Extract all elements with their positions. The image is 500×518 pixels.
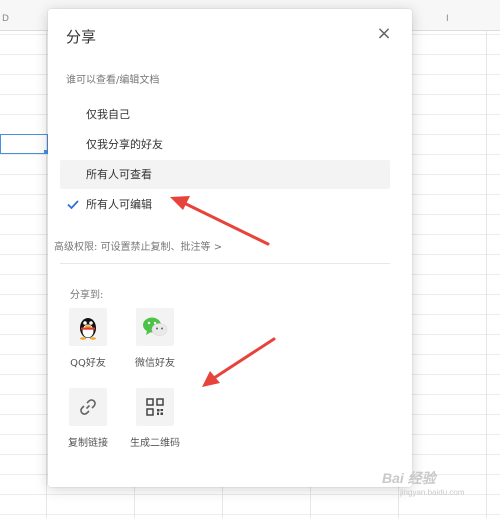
permission-heading: 谁可以查看/编辑文档 [66,75,160,86]
share-qq-button[interactable]: QQ好友 [53,308,123,369]
permission-label: 所有人可查看 [86,168,152,181]
share-option-label: 微信好友 [135,358,175,369]
copy-link-button[interactable]: 复制链接 [53,388,123,449]
link-icon [69,388,107,426]
qq-penguin-icon [69,308,107,346]
permission-label: 所有人可编辑 [86,198,152,211]
checkmark-icon [67,190,79,230]
permission-label: 仅我分享的好友 [86,138,163,151]
share-to-heading: 分享到: [70,290,104,301]
close-button[interactable]: × [373,23,395,45]
column-letter-right: I [446,14,449,24]
dialog-title: 分享 [66,28,97,46]
selected-cell[interactable] [0,134,48,154]
baidu-watermark: Bai 经验 [382,470,436,486]
share-option-label: 复制链接 [68,438,108,449]
qr-code-icon [136,388,174,426]
share-dialog: 分享 × 谁可以查看/编辑文档 仅我自己 仅我分享的好友 所有人可查看 所有人可… [48,9,412,487]
baidu-watermark-url: jingyan.baidu.com [400,488,465,497]
advanced-permissions-link[interactable]: 高级权限: 可设置禁止复制、批注等 > [54,238,222,253]
divider [60,263,390,264]
share-wechat-button[interactable]: 微信好友 [120,308,190,369]
permission-option-anyone-view[interactable]: 所有人可查看 [60,160,390,189]
permission-option-shared-friends[interactable]: 仅我分享的好友 [60,130,390,159]
share-option-label: QQ好友 [70,358,106,369]
share-option-label: 生成二维码 [130,438,180,449]
column-letter: D [2,14,9,24]
permission-option-anyone-edit[interactable]: 所有人可编辑 [60,190,390,219]
permission-option-only-me[interactable]: 仅我自己 [60,100,390,129]
wechat-icon [136,308,174,346]
permission-label: 仅我自己 [86,108,130,121]
qr-code-button[interactable]: 生成二维码 [120,388,190,449]
